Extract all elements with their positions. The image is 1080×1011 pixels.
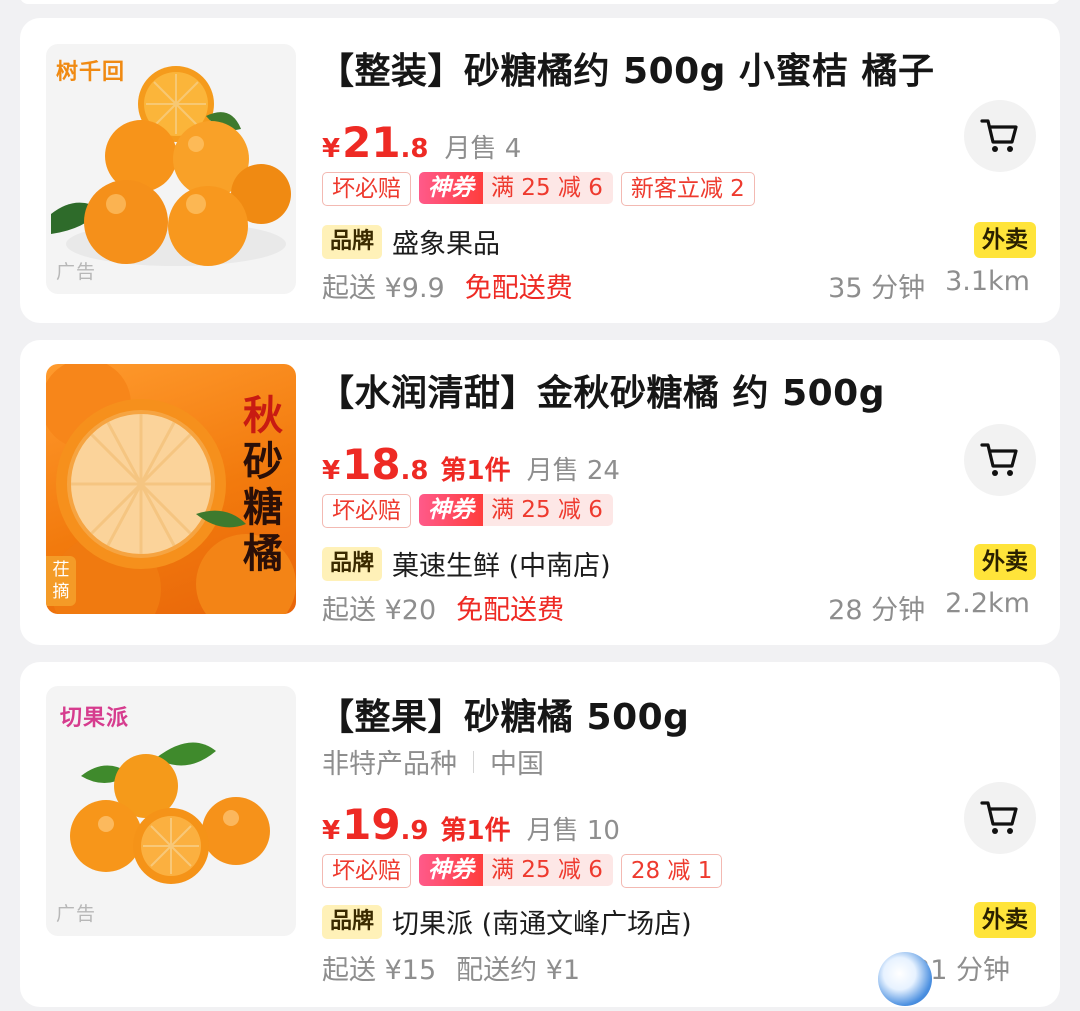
- delivery-time: 35 分钟: [828, 273, 926, 304]
- brand-tag: 品牌: [322, 546, 383, 581]
- product-image[interactable]: 秋砂糖橘 茌摘: [46, 364, 296, 614]
- min-order: 起送 ¥20: [322, 595, 437, 626]
- eta-info: 28 分钟 2.2km: [828, 588, 1030, 627]
- currency-symbol: ¥: [322, 134, 341, 164]
- product-image[interactable]: 切果派 广告: [46, 686, 296, 936]
- promo-tags: 坏必赔 神券 满 25 减 6: [322, 494, 613, 528]
- monthly-sales: 月售 24: [526, 456, 620, 486]
- price-decimal: .8: [400, 134, 429, 164]
- monthly-sales: 月售 10: [526, 816, 620, 846]
- site-watermark: [878, 948, 1080, 1011]
- product-title[interactable]: 【水润清甜】金秋砂糖橘 约 500g: [318, 364, 885, 416]
- add-to-cart-button[interactable]: [964, 424, 1036, 496]
- delivery-info: 起送 ¥9.9 免配送费: [322, 266, 573, 305]
- min-order: 起送 ¥15: [322, 955, 437, 986]
- coupon-value: 满 25 减 6: [491, 175, 603, 201]
- store-line[interactable]: 品牌 盛象果品: [322, 222, 500, 261]
- monthly-sales: 月售 4: [444, 134, 522, 164]
- delivery-fee: 免配送费: [456, 595, 565, 626]
- distance: 2.2km: [945, 588, 1030, 619]
- new-customer-tag: 新客立减 2: [620, 172, 755, 206]
- currency-symbol: ¥: [322, 816, 341, 846]
- first-item-label: 第1件: [440, 456, 511, 486]
- store-name: 切果派 (南通文峰广场店): [392, 909, 692, 940]
- price-decimal: .9: [400, 816, 429, 846]
- vertical-slogan: 秋砂糖橘: [236, 394, 283, 578]
- first-item-label: 第1件: [440, 816, 511, 846]
- brand-tag: 品牌: [322, 224, 383, 259]
- cart-icon: [980, 443, 1018, 476]
- coupon-tag[interactable]: 神券 满 25 减 6: [419, 172, 613, 204]
- product-card[interactable]: 秋砂糖橘 茌摘 【水润清甜】金秋砂糖橘 约 500g ¥ 18 .8 第1件 月…: [20, 340, 1060, 645]
- origin-divider: [473, 750, 474, 773]
- coupon-tag[interactable]: 神券 满 25 减 6: [419, 854, 613, 886]
- coupon-value: 满 25 减 6: [491, 857, 603, 883]
- currency-symbol: ¥: [322, 456, 341, 486]
- product-title[interactable]: 【整果】砂糖橘 500g: [318, 688, 689, 740]
- promo-tags: 坏必赔 神券 满 25 减 6 新客立减 2: [322, 172, 755, 206]
- ad-label: 广告: [56, 261, 97, 283]
- discount-tag: 28 减 1: [620, 854, 723, 888]
- cart-icon: [980, 801, 1018, 834]
- eta-info: 35 分钟 3.1km: [828, 266, 1030, 305]
- delivery-info: 起送 ¥15 配送约 ¥1: [322, 948, 580, 987]
- delivery-fee: 配送约 ¥1: [456, 955, 581, 986]
- store-line[interactable]: 品牌 切果派 (南通文峰广场店): [322, 902, 692, 941]
- thumb-logo: 切果派: [60, 706, 130, 731]
- coupon-value: 满 25 减 6: [491, 497, 603, 523]
- store-name: 盛象果品: [392, 229, 501, 260]
- price-integer: 19: [342, 800, 401, 849]
- coupon-tag[interactable]: 神券 满 25 减 6: [419, 494, 613, 526]
- add-to-cart-button[interactable]: [964, 100, 1036, 172]
- coupon-label: 神券: [419, 172, 483, 204]
- delivery-badge: 外卖: [974, 544, 1036, 580]
- product-image[interactable]: 树千回 广告: [46, 44, 296, 294]
- price-integer: 18: [342, 440, 401, 489]
- min-order: 起送 ¥9.9: [322, 273, 445, 304]
- guarantee-tag: 坏必赔: [322, 854, 411, 888]
- add-to-cart-button[interactable]: [964, 782, 1036, 854]
- price-line: ¥ 18 .8 第1件 月售 24: [322, 440, 620, 489]
- delivery-info: 起送 ¥20 免配送费: [322, 588, 564, 627]
- promo-tags: 坏必赔 神券 满 25 减 6 28 减 1: [322, 854, 723, 888]
- origin-info: 非特产品种 中国: [322, 742, 544, 781]
- store-name: 菓速生鲜 (中南店): [392, 551, 611, 582]
- coupon-label: 神券: [419, 854, 483, 886]
- price-decimal: .8: [400, 456, 429, 486]
- coupon-label: 神券: [419, 494, 483, 526]
- pick-badge: 茌摘: [46, 556, 76, 606]
- price-line: ¥ 19 .9 第1件 月售 10: [322, 800, 620, 849]
- variety-label: 非特产品种: [322, 749, 457, 780]
- product-title[interactable]: 【整装】砂糖橘约 500g 小蜜桔 橘子: [318, 42, 935, 94]
- thumb-logo: 树千回: [56, 60, 126, 85]
- price-integer: 21: [342, 118, 401, 167]
- product-card[interactable]: 树千回 广告 【整装】砂糖橘约 500g 小蜜桔 橘子 ¥ 21 .8 月售 4…: [20, 18, 1060, 323]
- distance: 3.1km: [945, 266, 1030, 297]
- delivery-badge: 外卖: [974, 902, 1036, 938]
- cart-icon: [980, 119, 1018, 152]
- guarantee-tag: 坏必赔: [322, 172, 411, 206]
- price-line: ¥ 21 .8 月售 4: [322, 118, 521, 167]
- delivery-time: 28 分钟: [828, 595, 926, 626]
- previous-card-edge: [20, 0, 1060, 4]
- guarantee-tag: 坏必赔: [322, 494, 411, 528]
- watermark-logo-icon: [878, 952, 932, 1006]
- ad-label: 广告: [56, 903, 97, 925]
- origin-country: 中国: [490, 749, 544, 780]
- store-line[interactable]: 品牌 菓速生鲜 (中南店): [322, 544, 611, 583]
- brand-tag: 品牌: [322, 904, 383, 939]
- delivery-fee: 免配送费: [464, 273, 573, 304]
- delivery-badge: 外卖: [974, 222, 1036, 258]
